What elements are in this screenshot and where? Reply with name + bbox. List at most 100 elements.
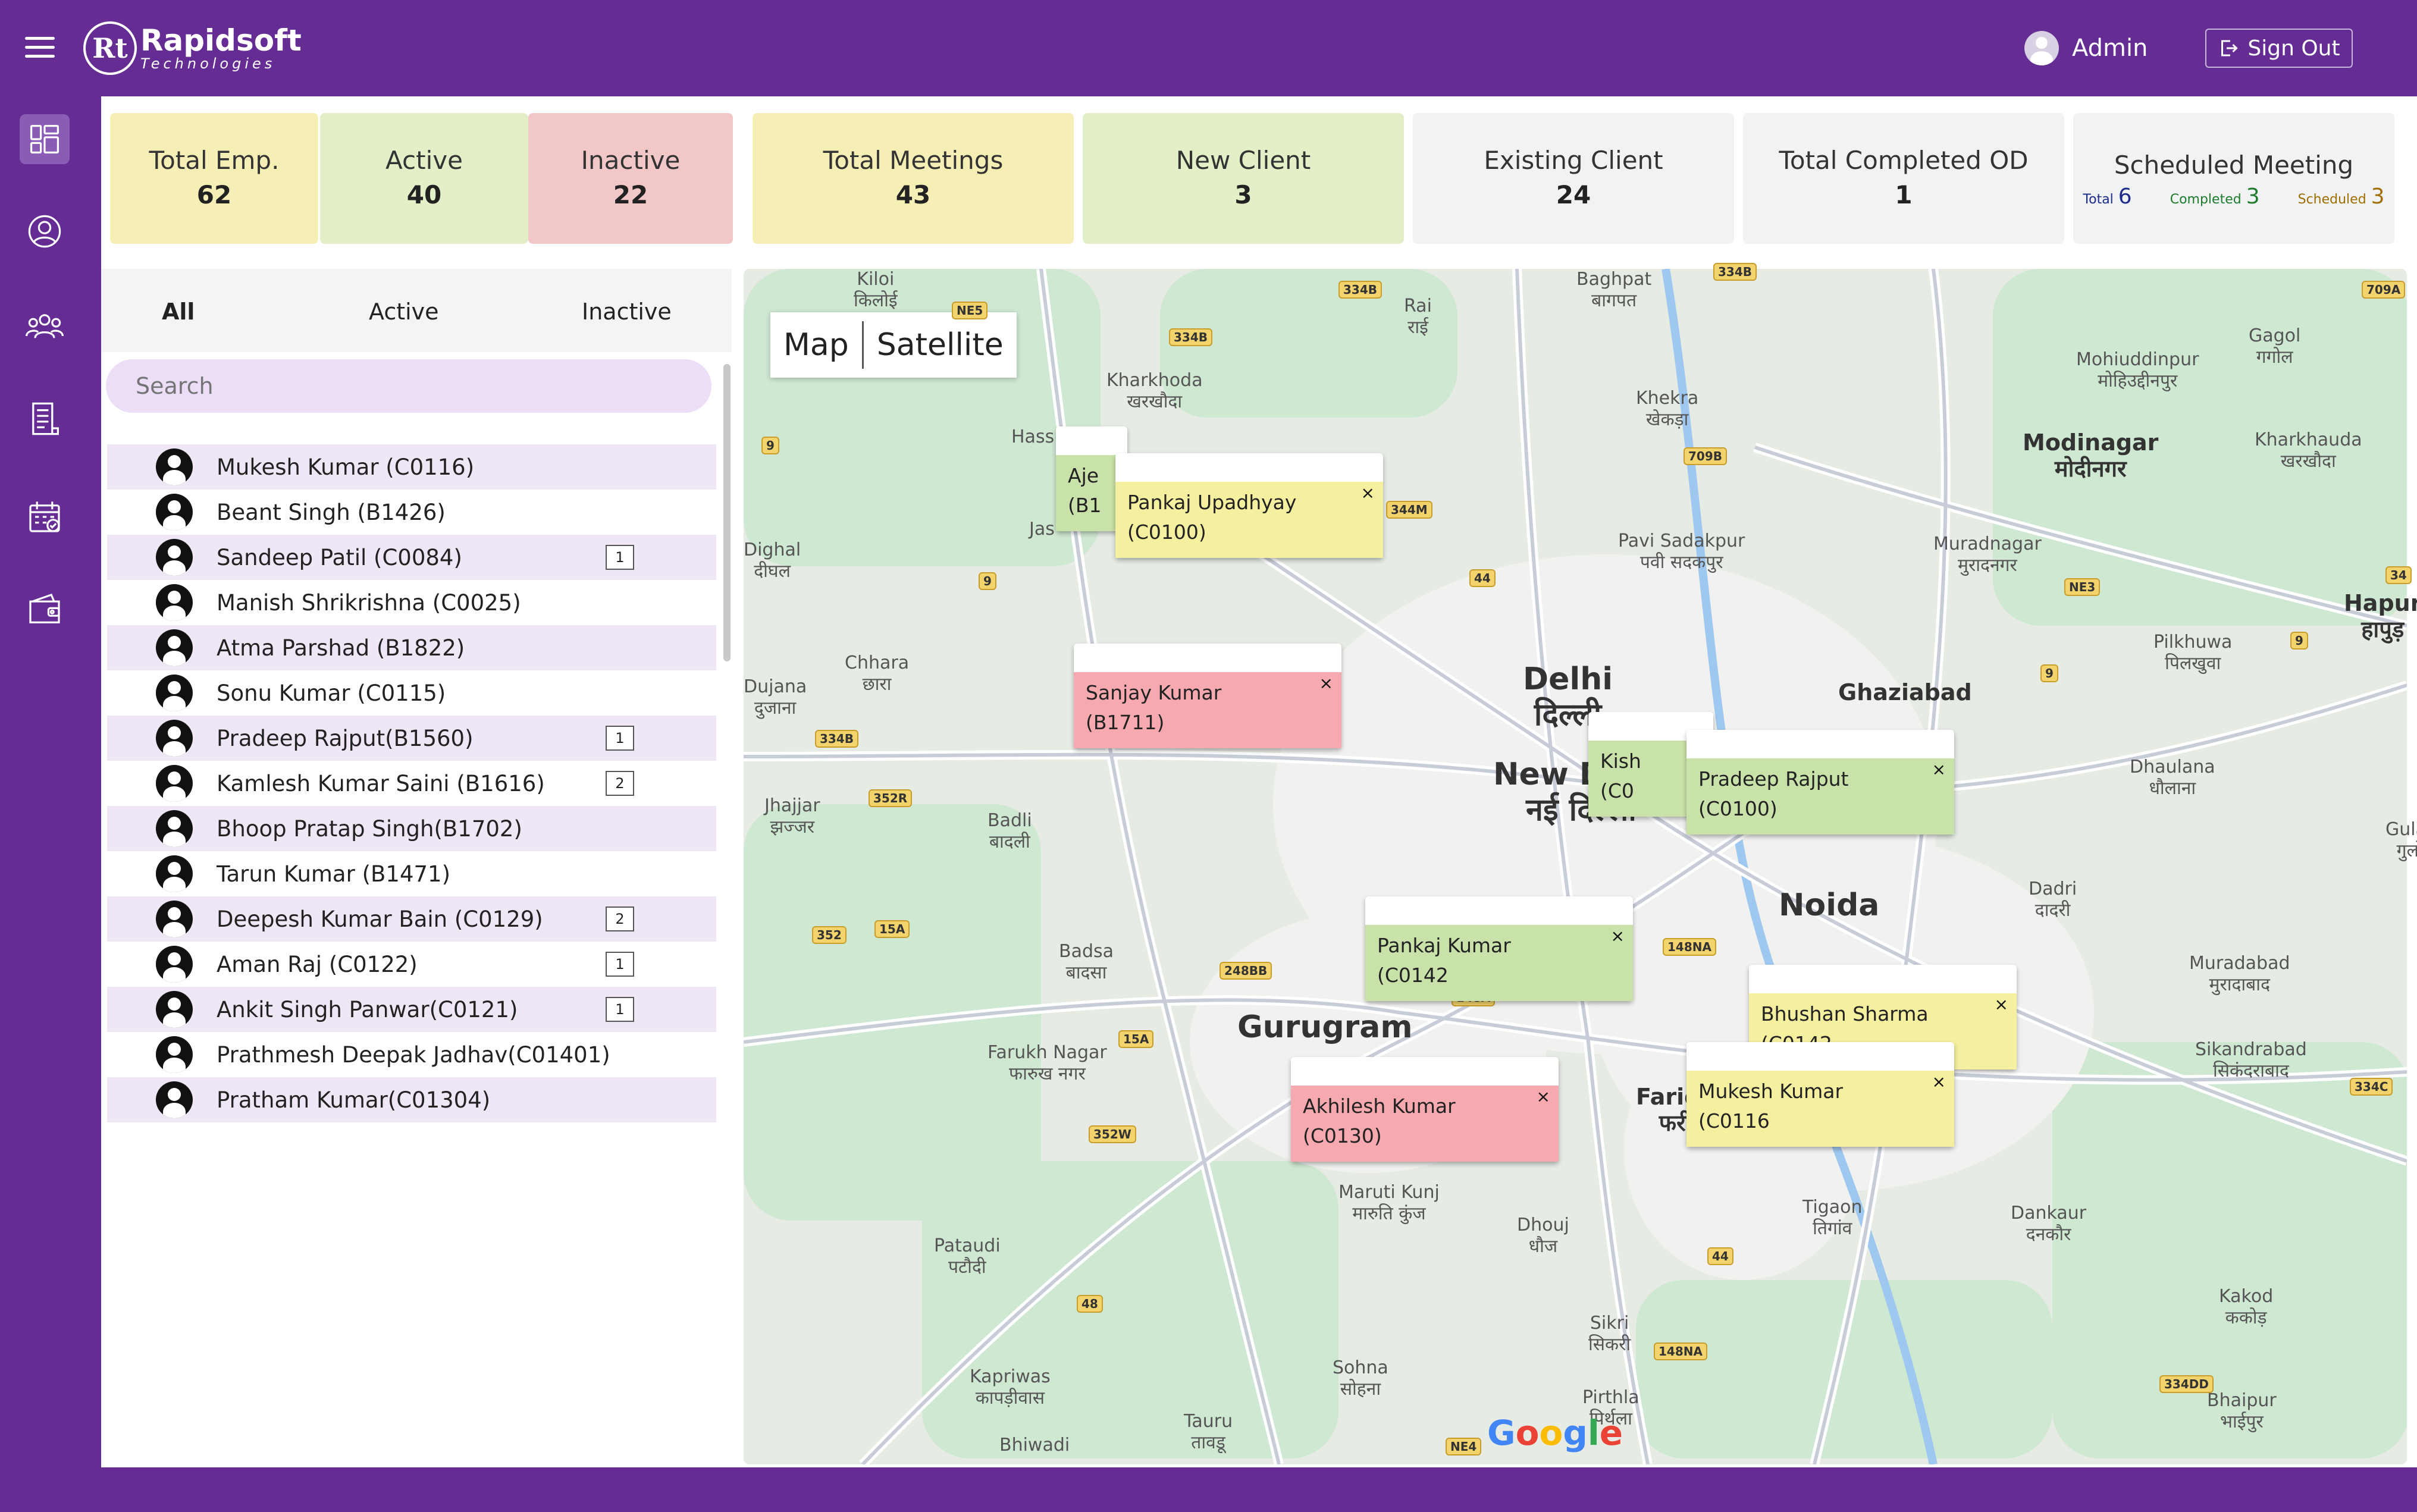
tab-active[interactable]: Active <box>369 299 439 325</box>
map-place-label: Farukh Nagar फारुख नगर <box>988 1042 1107 1085</box>
place-name: Pirthla <box>1582 1387 1639 1408</box>
list-item[interactable]: Deepesh Kumar Bain (C0129) 2 <box>107 896 716 942</box>
map-place-label: Hapur हापुड़ <box>2344 590 2417 642</box>
close-icon[interactable]: × <box>1319 673 1333 693</box>
user-menu[interactable]: Admin <box>2024 31 2148 65</box>
map-marker-popup[interactable]: Sanjay Kumar (B1711) × <box>1074 644 1341 748</box>
stat-label: Existing Client <box>1484 146 1663 175</box>
close-icon[interactable]: × <box>1932 1072 1946 1091</box>
list-scrollbar[interactable] <box>723 364 731 661</box>
list-item[interactable]: Mukesh Kumar (C0116) <box>107 444 716 490</box>
user-name: Admin <box>2072 34 2148 62</box>
list-item[interactable]: Beant Singh (B1426) <box>107 490 716 535</box>
map-place-label: Noida <box>1779 887 1879 923</box>
stat-existing-client[interactable]: Existing Client 24 <box>1413 113 1734 244</box>
highway-shield: 334B <box>1338 281 1382 299</box>
close-icon[interactable]: × <box>1932 760 1946 779</box>
map-place-label: Dankaur दनकौर <box>2011 1203 2086 1246</box>
popup-employee-name: Pankaj Upadhyay <box>1127 491 1297 514</box>
list-item[interactable]: Kamlesh Kumar Saini (B1616) 2 <box>107 761 716 806</box>
highway-shield: NE4 <box>1446 1438 1482 1455</box>
place-name-hindi: ककोड़ <box>2225 1307 2267 1328</box>
sign-out-button[interactable]: Sign Out <box>2205 29 2353 68</box>
sidebar-item-dashboard[interactable] <box>20 114 70 164</box>
sidebar-item-wallet[interactable] <box>20 584 70 634</box>
list-item[interactable]: Ankit Singh Panwar(C0121) 1 <box>107 987 716 1032</box>
close-icon[interactable]: × <box>1611 926 1625 946</box>
map-marker-popup[interactable]: Pankaj Kumar (C0142 × <box>1365 896 1633 1001</box>
sidebar-item-calendar[interactable] <box>20 492 70 542</box>
list-item[interactable]: Prathmesh Deepak Jadhav(C01401) <box>107 1032 716 1077</box>
place-name: Delhi <box>1523 661 1613 697</box>
place-name: Chhara <box>845 653 910 673</box>
meeting-count-badge: 1 <box>606 726 634 751</box>
employee-avatar-icon <box>156 720 193 757</box>
stat-total-employees[interactable]: Total Emp. 62 <box>110 113 318 244</box>
close-icon[interactable]: × <box>1995 995 2008 1014</box>
stat-inactive[interactable]: Inactive 22 <box>528 113 733 244</box>
stat-new-client[interactable]: New Client 3 <box>1083 113 1404 244</box>
place-name-hindi: बादली <box>989 832 1030 852</box>
google-logo: Google <box>1487 1413 1623 1453</box>
list-item[interactable]: Pratham Kumar(C01304) <box>107 1077 716 1122</box>
popup-body: Mukesh Kumar (C0116 <box>1686 1071 1954 1147</box>
list-item[interactable]: Sandeep Patil (C0084) 1 <box>107 535 716 580</box>
calendar-icon <box>29 501 60 532</box>
sidebar-item-profile[interactable] <box>20 206 70 256</box>
search-input[interactable] <box>106 359 711 413</box>
tab-inactive[interactable]: Inactive <box>582 299 672 325</box>
stat-label: Total Meetings <box>823 146 1004 175</box>
stat-value: 62 <box>196 180 232 209</box>
logo-name: Rapidsoft <box>140 23 302 58</box>
map-marker-popup[interactable]: Akhilesh Kumar (C0130) × <box>1291 1057 1559 1162</box>
place-name-hindi: छारा <box>862 674 892 695</box>
stat-value: 22 <box>613 180 648 209</box>
stat-active[interactable]: Active 40 <box>320 113 528 244</box>
list-item[interactable]: Sonu Kumar (C0115) <box>107 670 716 716</box>
sidebar-item-team[interactable] <box>20 302 70 352</box>
stat-total-completed-od[interactable]: Total Completed OD 1 <box>1743 113 2064 244</box>
close-icon[interactable]: × <box>1537 1087 1550 1106</box>
map-place-label: Jhajjar झज्जर <box>764 795 820 838</box>
stat-total-meetings[interactable]: Total Meetings 43 <box>753 113 1074 244</box>
sched-completed-value: 3 <box>2246 184 2260 209</box>
map-type-map-button[interactable]: Map <box>770 327 862 363</box>
stat-value: 24 <box>1556 180 1591 209</box>
close-icon[interactable]: × <box>1361 483 1375 503</box>
place-name: Baghpat <box>1576 269 1652 290</box>
stat-scheduled-meeting[interactable]: Scheduled Meeting Total 6 Completed 3 Sche… <box>2073 113 2394 244</box>
place-name-hindi: दनकौर <box>2026 1224 2071 1245</box>
place-name: Sikandrabad <box>2195 1039 2307 1060</box>
sidebar-item-report[interactable] <box>20 394 70 444</box>
place-name-hindi: भाईपुर <box>2219 1411 2264 1432</box>
highway-shield: 334B <box>815 730 858 748</box>
map-marker-popup[interactable]: Mukesh Kumar (C0116 × <box>1686 1042 1954 1147</box>
employee-avatar-icon <box>156 494 193 531</box>
list-item[interactable]: Aman Raj (C0122) 1 <box>107 942 716 987</box>
list-item[interactable]: Atma Parshad (B1822) <box>107 625 716 670</box>
map-marker-popup[interactable]: Pankaj Upadhyay (C0100) × <box>1115 453 1383 558</box>
place-name-hindi: खरखौदा <box>1127 391 1183 412</box>
stat-label: Total Emp. <box>149 146 280 175</box>
menu-icon[interactable] <box>25 37 55 58</box>
map-marker-popup[interactable]: Pradeep Rajput (C0100) × <box>1686 730 1954 835</box>
logo-mark: Rt <box>83 21 137 75</box>
list-item[interactable]: Bhoop Pratap Singh(B1702) <box>107 806 716 851</box>
tab-all[interactable]: All <box>162 299 195 325</box>
map-type-satellite-button[interactable]: Satellite <box>864 327 1017 363</box>
list-item[interactable]: Manish Shrikrishna (C0025) <box>107 580 716 625</box>
map-place-label: Hass <box>1011 426 1054 448</box>
list-item[interactable]: Tarun Kumar (B1471) <box>107 851 716 896</box>
popup-header <box>1686 730 1954 758</box>
place-name: Dighal <box>744 539 801 560</box>
popup-employee-code: (C0130) <box>1303 1124 1382 1147</box>
highway-shield: 334B <box>1713 263 1757 281</box>
popup-header <box>1074 644 1341 672</box>
employee-avatar-icon <box>156 584 193 621</box>
place-name: Sikri <box>1590 1313 1629 1334</box>
place-name-hindi: धौलाना <box>2149 778 2196 799</box>
place-name-hindi: पिलखुवा <box>2165 653 2221 674</box>
meeting-count-badge: 2 <box>606 906 634 931</box>
place-name-hindi: फारुख नगर <box>1009 1064 1086 1084</box>
list-item[interactable]: Pradeep Rajput(B1560) 1 <box>107 716 716 761</box>
